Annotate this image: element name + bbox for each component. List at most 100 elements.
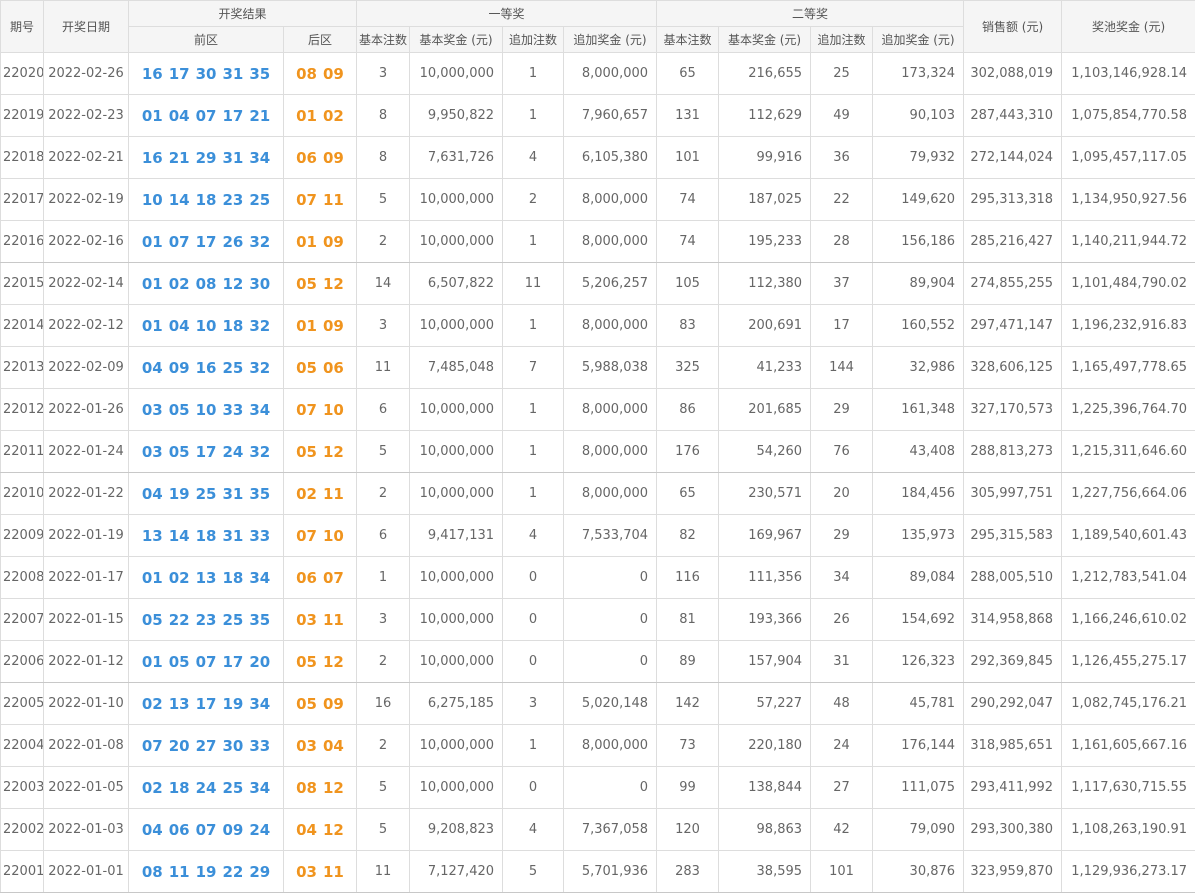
sales-cell: 318,985,651: [964, 725, 1062, 767]
front-ball: 01: [142, 275, 163, 293]
p1-basic-bonus-cell: 7,485,048: [410, 347, 503, 389]
front-ball: 10: [142, 191, 163, 209]
back-ball: 12: [323, 653, 344, 671]
front-ball: 31: [222, 527, 243, 545]
p1-basic-bonus-cell: 9,417,131: [410, 515, 503, 557]
p1-basic-bonus-cell: 10,000,000: [410, 641, 503, 683]
issue-cell: 22005: [1, 683, 44, 725]
p1-extra-count-cell: 0: [503, 641, 564, 683]
pool-cell: 1,095,457,117.05: [1062, 137, 1195, 179]
p2-extra-bonus-cell: 184,456: [873, 473, 964, 515]
p2-basic-count-cell: 65: [657, 53, 719, 95]
p1-extra-count-cell: 3: [503, 683, 564, 725]
p1-extra-bonus-cell: 8,000,000: [564, 473, 657, 515]
date-cell: 2022-02-21: [44, 137, 129, 179]
sales-cell: 288,005,510: [964, 557, 1062, 599]
table-row: 220022022-01-030406070924041259,208,8234…: [1, 809, 1195, 851]
header-date[interactable]: 开奖日期: [44, 1, 129, 53]
back-ball: 11: [323, 191, 344, 209]
p1-extra-count-cell: 7: [503, 347, 564, 389]
p1-extra-bonus-cell: 0: [564, 767, 657, 809]
p1-basic-bonus-cell: 6,275,185: [410, 683, 503, 725]
front-ball: 26: [222, 233, 243, 251]
p2-extra-bonus-cell: 156,186: [873, 221, 964, 263]
front-ball: 32: [249, 359, 270, 377]
front-ball: 18: [222, 569, 243, 587]
p2-extra-bonus-cell: 126,323: [873, 641, 964, 683]
table-row: 220132022-02-0904091625320506117,485,048…: [1, 347, 1195, 389]
p1-extra-count-cell: 5: [503, 851, 564, 893]
front-balls-cell: 1014182325: [129, 179, 284, 221]
front-ball: 24: [249, 821, 270, 839]
front-ball: 23: [222, 191, 243, 209]
p1-basic-count-cell: 11: [357, 851, 410, 893]
p1-basic-count-cell: 2: [357, 725, 410, 767]
front-ball: 30: [196, 65, 217, 83]
p1-basic-bonus-cell: 10,000,000: [410, 473, 503, 515]
front-ball: 22: [222, 863, 243, 881]
front-ball: 17: [222, 107, 243, 125]
header-front: 前区: [129, 27, 284, 53]
front-ball: 32: [249, 317, 270, 335]
p1-basic-count-cell: 5: [357, 179, 410, 221]
pool-cell: 1,215,311,646.60: [1062, 431, 1195, 473]
front-ball: 01: [142, 233, 163, 251]
p2-basic-count-cell: 83: [657, 305, 719, 347]
back-balls-cell: 0311: [284, 599, 357, 641]
p2-extra-count-cell: 31: [811, 641, 873, 683]
back-ball: 05: [296, 653, 317, 671]
front-ball: 09: [169, 359, 190, 377]
front-ball: 08: [142, 863, 163, 881]
p1-extra-bonus-cell: 7,367,058: [564, 809, 657, 851]
p1-extra-count-cell: 0: [503, 557, 564, 599]
front-ball: 31: [222, 485, 243, 503]
front-ball: 25: [196, 485, 217, 503]
back-ball: 11: [323, 485, 344, 503]
p2-extra-count-cell: 22: [811, 179, 873, 221]
front-ball: 18: [196, 527, 217, 545]
back-ball: 09: [323, 149, 344, 167]
p1-extra-count-cell: 2: [503, 179, 564, 221]
back-balls-cell: 05 12: [284, 641, 357, 683]
front-ball: 32: [249, 443, 270, 461]
p2-basic-bonus-cell: 38,595: [719, 851, 811, 893]
header-p2-basic-bonus: 基本奖金 (元): [719, 27, 811, 53]
front-ball: 13: [196, 569, 217, 587]
date-cell: 2022-01-22: [44, 473, 129, 515]
front-ball: 13: [169, 695, 190, 713]
table-header: 期号 开奖日期 开奖结果 一等奖 二等奖 销售额 (元) 奖池奖金 (元) 前区…: [1, 1, 1195, 53]
p2-basic-bonus-cell: 195,233: [719, 221, 811, 263]
p2-basic-bonus-cell: 57,227: [719, 683, 811, 725]
p1-extra-bonus-cell: 7,960,657: [564, 95, 657, 137]
pool-cell: 1,129,936,273.17: [1062, 851, 1195, 893]
header-sales[interactable]: 销售额 (元): [964, 1, 1062, 53]
p1-extra-bonus-cell: 7,533,704: [564, 515, 657, 557]
front-ball: 24: [196, 779, 217, 797]
p2-basic-bonus-cell: 112,380: [719, 263, 811, 305]
pool-cell: 1,165,497,778.65: [1062, 347, 1195, 389]
p1-basic-count-cell: 3: [357, 53, 410, 95]
back-ball: 03: [296, 863, 317, 881]
p1-basic-count-cell: 11: [357, 347, 410, 389]
sales-cell: 297,471,147: [964, 305, 1062, 347]
back-ball: 01: [296, 107, 317, 125]
front-ball: 02: [142, 779, 163, 797]
back-balls-cell: 0711: [284, 179, 357, 221]
header-issue[interactable]: 期号: [1, 1, 44, 53]
front-ball: 01: [142, 653, 163, 671]
front-ball: 03: [142, 443, 163, 461]
front-ball: 33: [222, 401, 243, 419]
sales-cell: 323,959,870: [964, 851, 1062, 893]
back-ball: 12: [323, 275, 344, 293]
front-ball: 01: [142, 317, 163, 335]
front-ball: 18: [169, 779, 190, 797]
pool-cell: 1,126,455,275.17: [1062, 641, 1195, 683]
front-ball: 04: [142, 359, 163, 377]
front-ball: 34: [249, 569, 270, 587]
p2-basic-count-cell: 116: [657, 557, 719, 599]
p1-basic-bonus-cell: 10,000,000: [410, 767, 503, 809]
sales-cell: 302,088,019: [964, 53, 1062, 95]
front-ball: 27: [196, 737, 217, 755]
header-pool[interactable]: 奖池奖金 (元): [1062, 1, 1195, 53]
front-ball: 24: [222, 443, 243, 461]
